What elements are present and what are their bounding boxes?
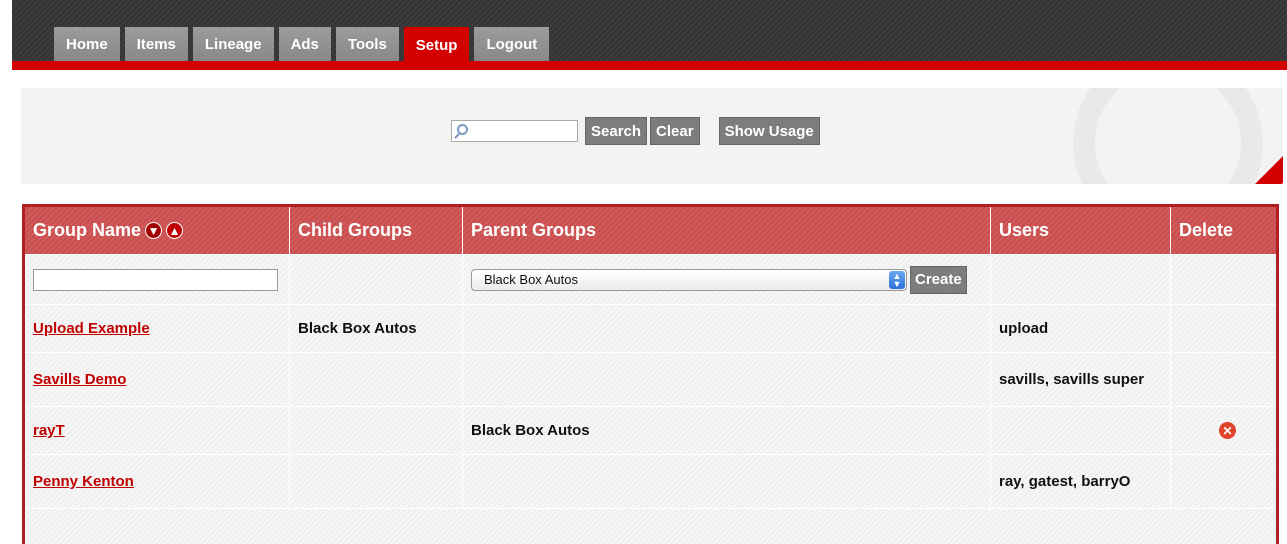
table-row: Savills Demo savills, savills super (25, 353, 1276, 407)
delete-cell (1171, 305, 1276, 352)
child-groups-cell (290, 455, 463, 508)
group-link[interactable]: Penny Kenton (33, 473, 134, 490)
clear-button[interactable]: Clear (650, 117, 700, 145)
parent-group-select-value: Black Box Autos (484, 272, 578, 287)
parent-groups-cell (463, 305, 991, 352)
show-usage-button[interactable]: Show Usage (718, 117, 820, 145)
header-users: Users (991, 207, 1171, 254)
group-name-cell: rayT (25, 407, 290, 454)
create-group-row: Black Box Autos ▲ ▼ Create (25, 255, 1276, 305)
delete-cell (1171, 353, 1276, 406)
users-cell: ray, gatest, barryO (991, 455, 1171, 508)
group-link[interactable]: rayT (33, 422, 65, 439)
tab-logout[interactable]: Logout (474, 27, 550, 61)
search-icon (457, 124, 468, 135)
tab-ads[interactable]: Ads (278, 27, 331, 61)
parent-groups-cell (463, 455, 991, 508)
group-name-cell (25, 255, 290, 304)
delete-cell: ✕ (1171, 407, 1276, 454)
header-group-name-label: Group Name (33, 220, 142, 240)
users-cell: upload (991, 305, 1171, 352)
table-row: Upload Example Black Box Autos upload (25, 305, 1276, 353)
child-groups-cell (290, 407, 463, 454)
group-name-input[interactable] (33, 268, 278, 291)
tab-setup[interactable]: Setup (403, 27, 470, 64)
group-link[interactable]: Upload Example (33, 320, 150, 337)
parent-groups-cell (463, 353, 991, 406)
tab-home[interactable]: Home (54, 27, 120, 61)
header-parent-groups: Parent Groups (463, 207, 991, 254)
group-name-cell: Penny Kenton (25, 455, 290, 508)
panel-corner-triangle (1255, 156, 1283, 184)
create-button[interactable]: Create (910, 265, 967, 294)
search-bar: Search Clear Show Usage (451, 117, 823, 145)
header-delete: Delete (1179, 220, 1234, 240)
group-name-cell: Savills Demo (25, 353, 290, 406)
tab-items[interactable]: Items (124, 27, 188, 61)
parent-select-cell: Black Box Autos ▲ ▼ Create (463, 255, 991, 304)
groups-table: Group Name ▼ ▲ Child Groups Parent Group… (22, 204, 1279, 544)
search-button[interactable]: Search (585, 117, 648, 145)
tab-tools[interactable]: Tools (335, 27, 399, 61)
empty-cell (1171, 255, 1276, 304)
select-arrows-icon: ▲ ▼ (889, 270, 905, 289)
delete-cell (1171, 455, 1276, 508)
sort-ascending-icon[interactable]: ▲ (166, 222, 184, 239)
main-nav: Home Items Lineage Ads Tools Setup Logou… (54, 27, 554, 64)
users-cell (991, 407, 1171, 454)
header-group-name: Group Name ▼ ▲ (25, 207, 290, 254)
child-groups-cell (290, 353, 463, 406)
header-child-groups: Child Groups (290, 207, 463, 254)
tab-lineage[interactable]: Lineage (192, 27, 274, 61)
delete-icon[interactable]: ✕ (1219, 422, 1236, 439)
empty-cell (991, 255, 1171, 304)
sort-descending-icon[interactable]: ▼ (145, 222, 163, 239)
panel-decoration (1073, 88, 1263, 184)
table-row: Penny Kenton ray, gatest, barryO (25, 455, 1276, 509)
parent-group-select[interactable]: Black Box Autos ▲ ▼ (471, 268, 907, 291)
empty-cell (290, 255, 463, 304)
child-groups-cell: Black Box Autos (290, 305, 463, 352)
parent-groups-cell: Black Box Autos (463, 407, 991, 454)
search-input[interactable] (451, 120, 578, 142)
group-name-cell: Upload Example (25, 305, 290, 352)
users-cell: savills, savills super (991, 353, 1171, 406)
group-link[interactable]: Savills Demo (33, 371, 126, 388)
table-header: Group Name ▼ ▲ Child Groups Parent Group… (25, 207, 1276, 255)
table-row: rayT Black Box Autos ✕ (25, 407, 1276, 455)
